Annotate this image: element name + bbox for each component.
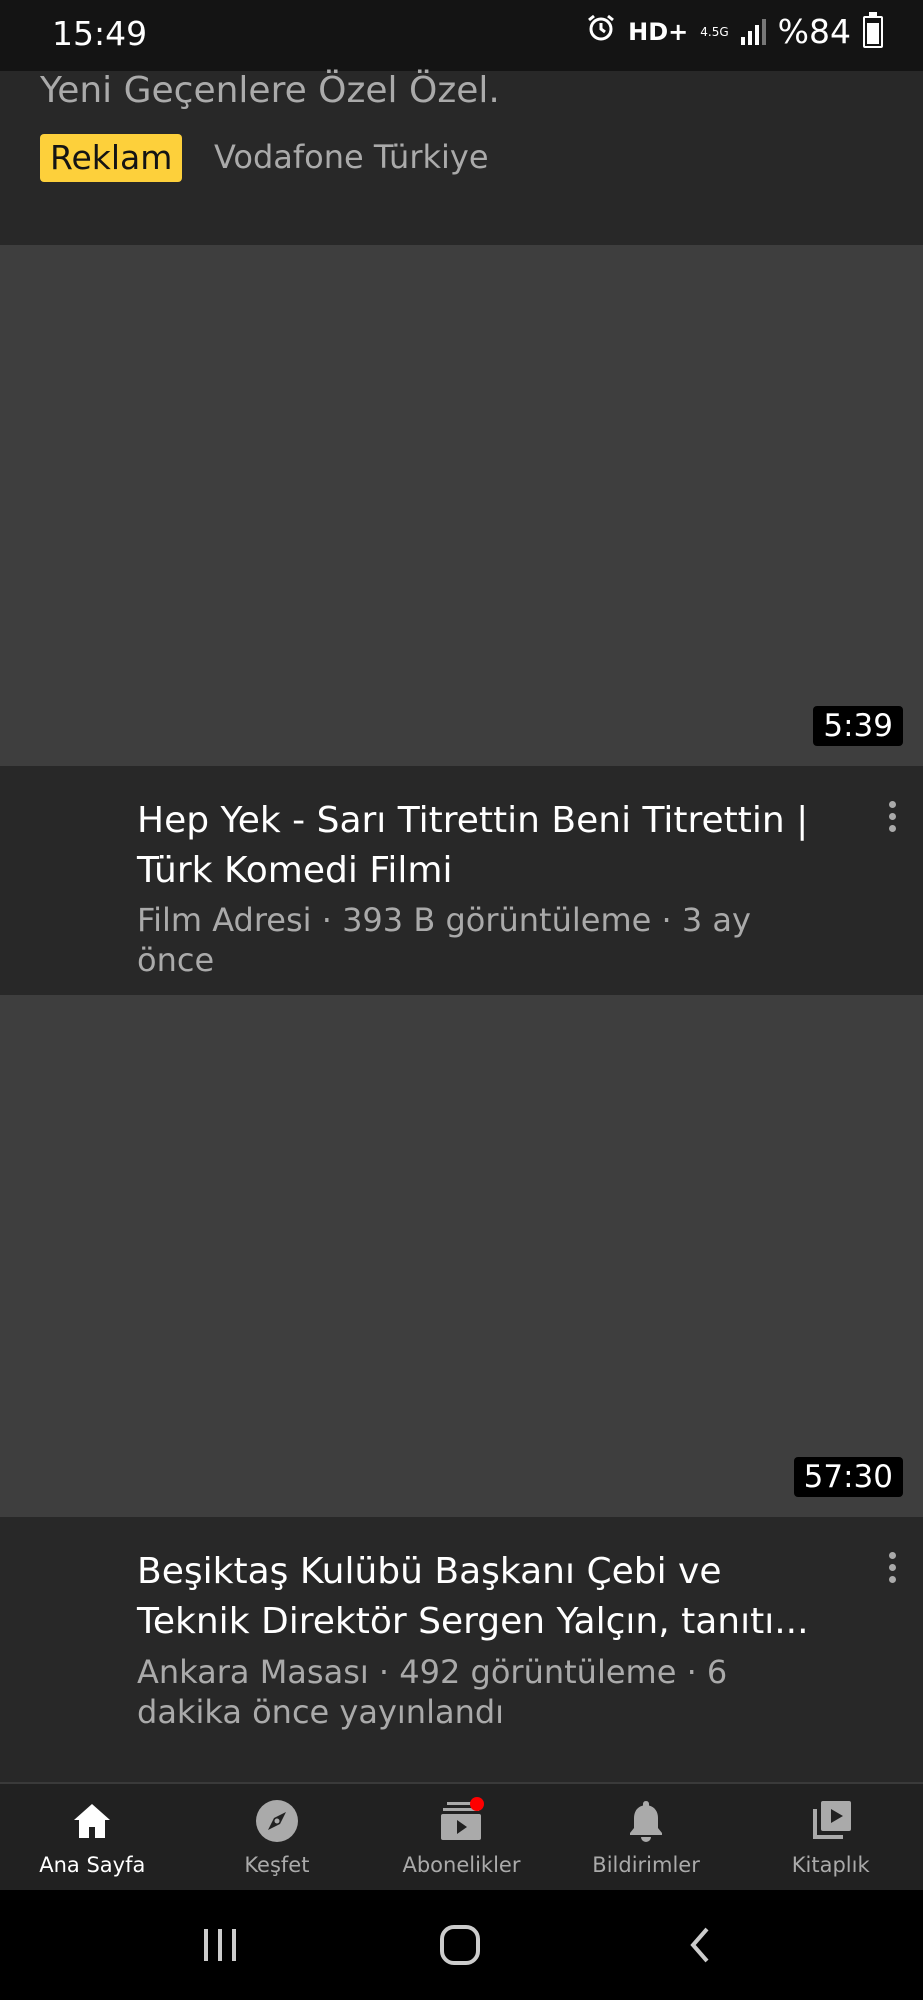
- video-meta: Film Adresi · 393 B görüntüleme · 3 ay ö…: [137, 901, 751, 979]
- nav-library[interactable]: Kitaplık: [738, 1784, 923, 1892]
- nav-label: Abonelikler: [402, 1853, 521, 1877]
- nav-subscriptions[interactable]: Abonelikler: [369, 1784, 554, 1892]
- battery-text: %84: [777, 12, 851, 51]
- battery-icon: [863, 11, 883, 48]
- recents-icon[interactable]: [190, 1920, 250, 1970]
- nav-home[interactable]: Ana Sayfa: [0, 1784, 185, 1892]
- nav-label: Keşfet: [244, 1853, 310, 1877]
- bottom-navigation: Ana Sayfa Keşfet Abonelikler Bildirimler…: [0, 1782, 923, 1892]
- system-navigation: [0, 1890, 923, 2000]
- compass-icon: [254, 1799, 300, 1843]
- status-time: 15:49: [52, 14, 148, 53]
- network-label: HD+: [628, 17, 689, 46]
- more-options-button[interactable]: [877, 796, 907, 836]
- ad-advertiser: Vodafone Türkiye: [214, 138, 489, 176]
- status-icons: HD+ 4.5G %84: [586, 11, 883, 51]
- more-options-button[interactable]: [877, 1547, 907, 1587]
- signal-icon: [740, 18, 766, 45]
- video-thumbnail[interactable]: 57:30: [0, 995, 923, 1517]
- nav-label: Ana Sayfa: [39, 1853, 146, 1877]
- video-thumbnail[interactable]: 5:39: [0, 245, 923, 766]
- alarm-icon: [586, 12, 616, 51]
- video-duration: 57:30: [793, 1457, 903, 1497]
- nav-label: Bildirimler: [592, 1853, 700, 1877]
- video-title[interactable]: Beşiktaş Kulübü Başkanı Çebi ve Teknik D…: [137, 1547, 817, 1647]
- subscriptions-icon: [438, 1797, 485, 1843]
- nav-label: Kitaplık: [791, 1853, 870, 1877]
- ad-card[interactable]: Yeni Geçenlere Özel Özel. Reklam Vodafon…: [0, 71, 923, 245]
- back-icon[interactable]: [670, 1920, 730, 1970]
- nav-notifications[interactable]: Bildirimler: [554, 1784, 739, 1892]
- video-title[interactable]: Hep Yek - Sarı Titrettin Beni Titrettin …: [137, 796, 817, 896]
- status-bar: 15:49 HD+ 4.5G %84: [0, 0, 923, 71]
- library-icon: [808, 1799, 854, 1843]
- bell-icon: [623, 1799, 669, 1843]
- more-vert-icon: [888, 800, 896, 808]
- video-meta: Ankara Masası · 492 görüntüleme · 6 daki…: [137, 1653, 728, 1731]
- video-info[interactable]: Beşiktaş Kulübü Başkanı Çebi ve Teknik D…: [0, 1517, 923, 1782]
- ad-badge: Reklam: [40, 134, 183, 182]
- video-info[interactable]: Hep Yek - Sarı Titrettin Beni Titrettin …: [0, 766, 923, 995]
- nav-explore[interactable]: Keşfet: [185, 1784, 370, 1892]
- home-icon: [69, 1799, 115, 1843]
- network-type: 4.5G: [700, 24, 729, 39]
- video-duration: 5:39: [813, 706, 903, 746]
- ad-text: Yeni Geçenlere Özel Özel.: [40, 70, 500, 111]
- more-vert-icon: [888, 1551, 896, 1559]
- home-circle-icon[interactable]: [430, 1920, 490, 1970]
